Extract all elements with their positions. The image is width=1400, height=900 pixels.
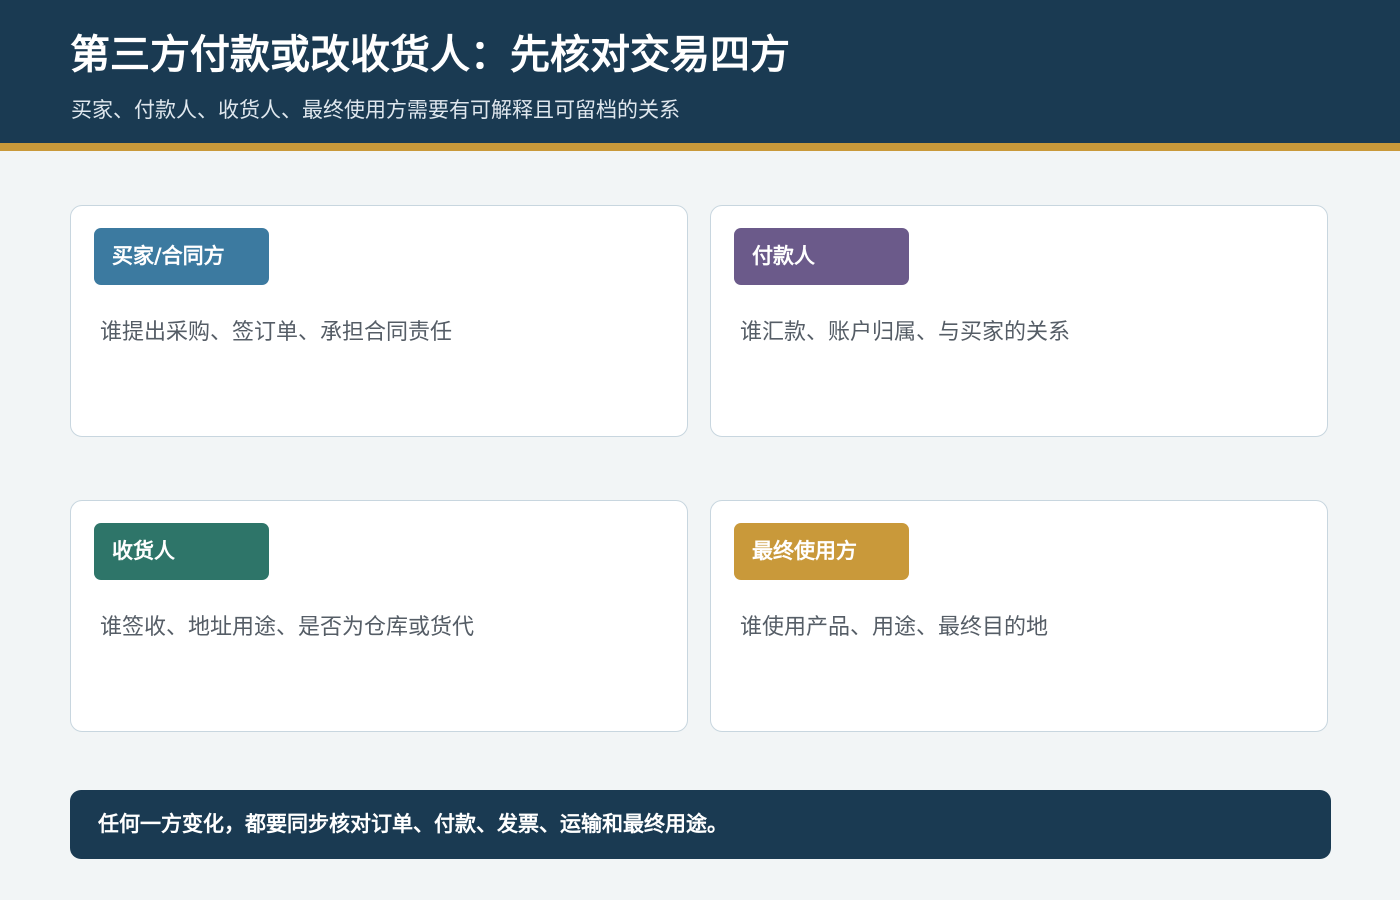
card-badge: 买家/合同方	[94, 228, 269, 285]
page-title: 第三方付款或改收货人：先核对交易四方	[70, 32, 790, 78]
card-badge: 付款人	[734, 228, 909, 285]
card-description: 谁汇款、账户归属、与买家的关系	[740, 320, 1071, 345]
header-accent-bar	[0, 143, 1400, 151]
card-badge: 最终使用方	[734, 523, 909, 580]
footer-text: 任何一方变化，都要同步核对订单、付款、发票、运输和最终用途。	[98, 812, 728, 836]
card-buyer: 买家/合同方 谁提出采购、签订单、承担合同责任	[70, 205, 688, 437]
card-end-user: 最终使用方 谁使用产品、用途、最终目的地	[710, 500, 1328, 732]
footer-banner: 任何一方变化，都要同步核对订单、付款、发票、运输和最终用途。	[70, 790, 1331, 859]
card-description: 谁签收、地址用途、是否为仓库或货代	[100, 615, 475, 640]
card-payer: 付款人 谁汇款、账户归属、与买家的关系	[710, 205, 1328, 437]
header-banner: 第三方付款或改收货人：先核对交易四方 买家、付款人、收货人、最终使用方需要有可解…	[0, 0, 1400, 143]
card-badge: 收货人	[94, 523, 269, 580]
page-subtitle: 买家、付款人、收货人、最终使用方需要有可解释且可留档的关系	[71, 98, 680, 122]
card-description: 谁使用产品、用途、最终目的地	[740, 615, 1049, 640]
card-description: 谁提出采购、签订单、承担合同责任	[100, 320, 453, 345]
card-consignee: 收货人 谁签收、地址用途、是否为仓库或货代	[70, 500, 688, 732]
